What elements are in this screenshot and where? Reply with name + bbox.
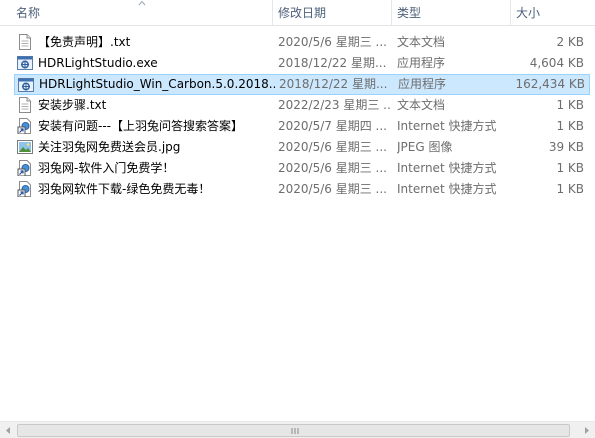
column-divider[interactable] — [391, 0, 392, 26]
file-size: 1 KB — [556, 161, 584, 175]
file-size: 162,434 KB — [515, 77, 585, 91]
horizontal-scrollbar[interactable] — [0, 421, 595, 438]
app-exe-icon — [17, 56, 33, 70]
image-file-icon — [17, 140, 33, 154]
column-header-date[interactable]: 修改日期 — [274, 0, 388, 26]
file-name: HDRLightStudio.exe — [38, 56, 158, 70]
file-modified-date: 2020/5/7 星期四 ... — [278, 119, 387, 133]
file-type: Internet 快捷方式 — [397, 161, 497, 175]
file-modified-date: 2020/5/6 星期三 ... — [278, 35, 387, 49]
file-type: 文本文档 — [397, 98, 446, 112]
file-type: Internet 快捷方式 — [397, 182, 497, 196]
file-modified-date: 2020/5/6 星期三 ... — [278, 140, 387, 154]
sort-ascending-icon — [138, 0, 146, 6]
file-name: 关注羽兔网免费送会员.jpg — [38, 140, 181, 154]
file-size: 1 KB — [556, 119, 584, 133]
file-row[interactable]: 关注羽兔网免费送会员.jpg 2020/5/6 星期三 ... JPEG 图像 39 … — [14, 137, 590, 158]
file-modified-date: 2020/5/6 星期三 ... — [278, 161, 387, 175]
file-modified-date: 2020/5/6 星期三 ... — [278, 182, 387, 196]
file-modified-date: 2022/2/23 星期三 ... — [278, 98, 390, 112]
file-size: 1 KB — [556, 98, 584, 112]
file-row[interactable]: HDRLightStudio.exe 2018/12/22 星期... 应用程序 4,… — [14, 53, 590, 74]
file-name: 安装有问题---【上羽兔问答搜索答案】 — [38, 119, 243, 133]
text-file-icon — [19, 34, 31, 50]
file-name: 羽兔网软件下载-绿色免费无毒！ — [38, 182, 211, 196]
file-size: 4,604 KB — [529, 56, 584, 70]
grip-icon — [291, 428, 299, 434]
column-header-size[interactable]: 大小 — [512, 0, 592, 26]
file-type: Internet 快捷方式 — [397, 119, 497, 133]
scrollbar-thumb[interactable] — [17, 424, 570, 437]
file-row[interactable]: 安装有问题---【上羽兔问答搜索答案】 2020/5/7 星期四 ... Inter… — [14, 116, 590, 137]
file-row[interactable]: 羽兔网-软件入门免费学！ 2020/5/6 星期三 ... Internet 快捷方… — [14, 158, 590, 179]
scroll-left-icon[interactable] — [0, 422, 17, 438]
file-row[interactable]: 安装步骤.txt 2022/2/23 星期三 ... 文本文档 1 KB — [14, 95, 590, 116]
file-modified-date: 2018/12/22 星期... — [279, 77, 388, 91]
internet-shortcut-icon — [17, 118, 31, 134]
app-exe-icon — [18, 78, 34, 92]
file-name: HDRLightStudio_Win_Carbon.5.0.2018... — [39, 77, 275, 91]
file-modified-date: 2018/12/22 星期... — [278, 56, 387, 70]
column-divider[interactable] — [272, 0, 273, 26]
column-header-bar: 名称 修改日期 类型 大小 — [0, 0, 595, 26]
file-name: 【免责声明】.txt — [38, 35, 131, 49]
file-name: 安装步骤.txt — [38, 98, 107, 112]
file-type: JPEG 图像 — [397, 140, 453, 154]
column-header-type[interactable]: 类型 — [393, 0, 507, 26]
internet-shortcut-icon — [17, 181, 31, 197]
file-type: 文本文档 — [397, 35, 446, 49]
file-type: 应用程序 — [398, 77, 447, 91]
file-size: 2 KB — [556, 35, 584, 49]
file-name: 羽兔网-软件入门免费学！ — [38, 161, 175, 175]
internet-shortcut-icon — [17, 160, 31, 176]
file-row[interactable]: 【免责声明】.txt 2020/5/6 星期三 ... 文本文档 2 KB — [14, 32, 590, 53]
file-row[interactable]: 羽兔网软件下载-绿色免费无毒！ 2020/5/6 星期三 ... Internet … — [14, 179, 590, 200]
text-file-icon — [19, 97, 31, 113]
file-size: 39 KB — [548, 140, 584, 154]
file-size: 1 KB — [556, 182, 584, 196]
file-type: 应用程序 — [397, 56, 446, 70]
scroll-right-icon[interactable] — [578, 422, 595, 438]
file-row[interactable]: HDRLightStudio_Win_Carbon.5.0.2018... 201… — [14, 74, 590, 95]
column-divider[interactable] — [510, 0, 511, 26]
